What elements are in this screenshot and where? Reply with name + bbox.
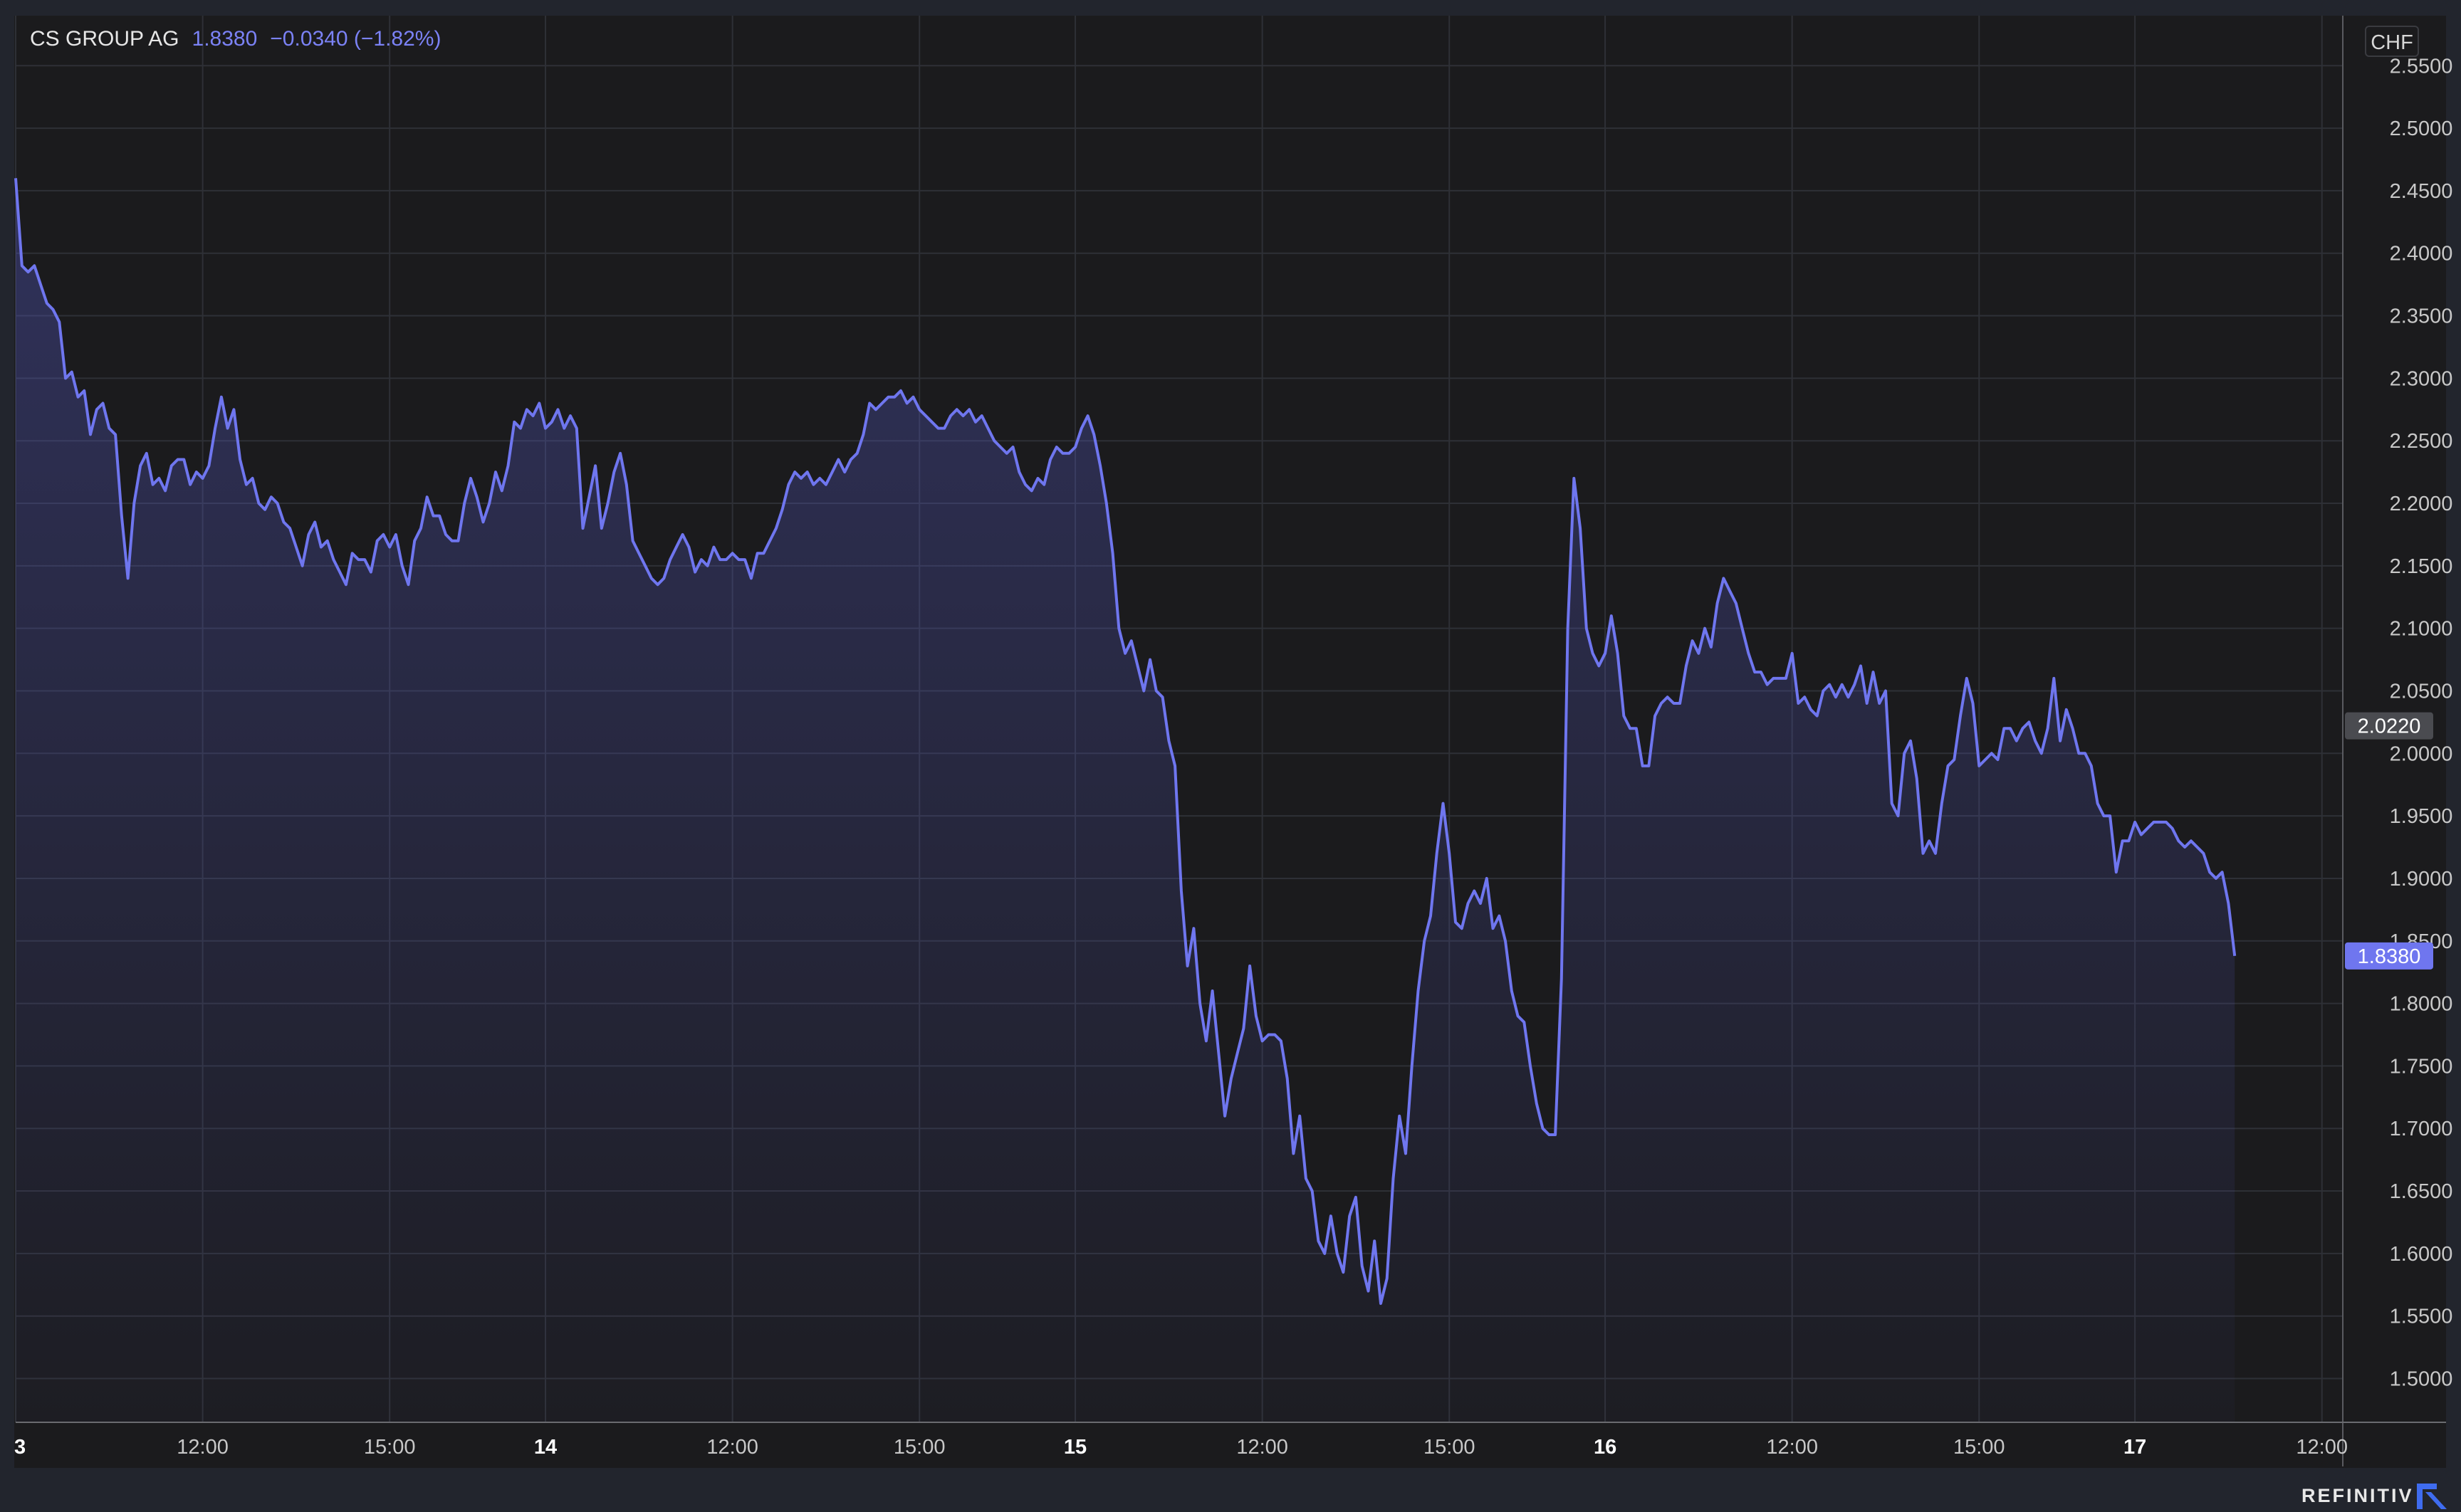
instrument-legend: CS GROUP AG 1.8380 −0.0340 (−1.82%) [30,27,441,51]
x-tick-label: 14 [534,1436,557,1459]
x-tick-label: 15:00 [1423,1436,1475,1459]
y-tick-label: 2.3500 [2390,305,2453,328]
y-tick-label: 1.5500 [2390,1306,2453,1328]
y-tick-label: 1.6500 [2390,1180,2453,1203]
y-tick-label: 2.0500 [2390,680,2453,703]
x-tick-label: 12:00 [177,1436,229,1459]
instrument-name: CS GROUP AG [30,27,179,51]
refinitiv-logo-icon [2417,1484,2447,1509]
x-tick-label: 12:00 [2296,1436,2348,1459]
y-tick-label: 1.9500 [2390,805,2453,828]
y-tick-label: 2.2500 [2390,430,2453,453]
y-tick-label: 1.8000 [2390,993,2453,1016]
y-tick-label: 2.5500 [2390,55,2453,78]
last-price: 1.8380 [192,27,258,51]
y-tick-label: 2.1500 [2390,555,2453,578]
x-tick-label: 15:00 [364,1436,416,1459]
y-tick-label: 1.9000 [2390,868,2453,891]
y-tick-label: 2.1000 [2390,618,2453,641]
x-tick-label: 12:00 [1236,1436,1288,1459]
y-tick-label: 2.2000 [2390,493,2453,515]
x-tick-label: 3 [14,1436,26,1459]
x-tick-label: 15:00 [894,1436,946,1459]
y-tick-label: 1.7000 [2390,1118,2453,1140]
y-tick-label: 1.7500 [2390,1055,2453,1078]
y-tick-label: 2.5000 [2390,117,2453,140]
x-tick-label: 16 [1594,1436,1616,1459]
price-change: −0.0340 (−1.82%) [270,27,441,51]
x-tick-label: 17 [2123,1436,2146,1459]
y-tick-label: 1.5000 [2390,1368,2453,1391]
brand-name: REFINITIV [2301,1485,2414,1506]
time-axis[interactable]: 3 12:00 15:00 14 12:00 15:00 15 12:00 15:00 16 12:… [14,1436,2348,1459]
last-price-badge: 1.8380 [2358,945,2421,968]
y-tick-label: 1.6000 [2390,1243,2453,1266]
x-tick-label: 15:00 [1953,1436,2005,1459]
price-chart[interactable]: 2.5500 2.5000 2.4500 2.4000 2.3500 2.3000 2.25… [0,0,2461,1512]
marker-price-badge: 2.0220 [2358,715,2421,738]
x-tick-label: 12:00 [706,1436,758,1459]
y-tick-label: 2.0000 [2390,742,2453,765]
currency-button[interactable]: CHF [2365,26,2419,57]
y-tick-label: 2.4500 [2390,180,2453,203]
y-tick-label: 2.4000 [2390,243,2453,266]
y-tick-label: 2.3000 [2390,367,2453,390]
x-tick-label: 15 [1064,1436,1087,1459]
price-area [16,178,2235,1422]
x-tick-label: 12:00 [1766,1436,1818,1459]
